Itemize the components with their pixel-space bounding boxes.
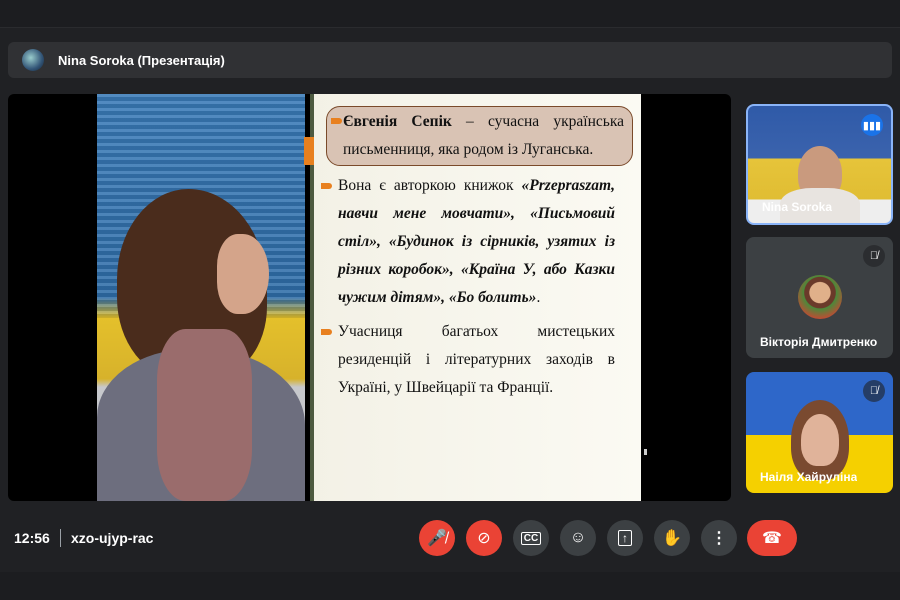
- slide-content: Євгенія Сепік – сучасна українська письм…: [304, 94, 641, 501]
- camera-toggle-button[interactable]: ⊘: [466, 520, 502, 556]
- participant-name: Вікторія Дмитренко: [760, 335, 878, 349]
- participant-name: Наіля Хайруліна: [760, 470, 858, 484]
- meeting-time: 12:56: [14, 530, 50, 546]
- captions-icon: CC: [520, 531, 542, 545]
- mouse-cursor: [644, 449, 647, 455]
- presenter-title: Nina Soroka (Презентація): [58, 52, 225, 68]
- mic-off-icon: 🎙̸: [863, 245, 885, 267]
- meeting-code: xzo-ujyp-rac: [71, 530, 154, 546]
- bottom-strip: [0, 572, 900, 600]
- divider: [60, 529, 61, 547]
- present-button[interactable]: ↑: [607, 520, 643, 556]
- bullet-icon: [321, 183, 332, 189]
- participant-avatar: [798, 275, 842, 319]
- slide-paragraph-books: Вона є авторкою книжок «Przepraszam, нав…: [321, 172, 615, 312]
- slide-paragraph-residencies: Учасниця багатьох мистецьких резиденцій …: [321, 318, 615, 402]
- slide-text: .: [536, 289, 541, 306]
- slide-text: Вона є авторкою книжок: [338, 177, 522, 194]
- reactions-button[interactable]: ☺: [560, 520, 596, 556]
- more-options-button[interactable]: ⋮: [701, 520, 737, 556]
- participant-tile[interactable]: ▮▮▮ Nina Soroka: [746, 104, 893, 225]
- slide-text: Учасниця багатьох мистецьких резиденцій …: [338, 323, 615, 396]
- mic-off-icon: 🎙̸: [863, 380, 885, 402]
- bullet-icon: [331, 118, 342, 124]
- mic-toggle-button[interactable]: 🎤̸: [419, 520, 455, 556]
- leave-call-button[interactable]: ☎: [747, 520, 797, 556]
- presentation-stage: Євгенія Сепік – сучасна українська письм…: [8, 94, 731, 501]
- emoji-icon: ☺: [569, 529, 587, 546]
- participant-tile[interactable]: 🎙̸ Наіля Хайруліна: [746, 372, 893, 493]
- speaking-indicator-icon: ▮▮▮: [861, 114, 883, 136]
- presentation-header: Nina Soroka (Презентація): [8, 42, 892, 78]
- phone-hangup-icon: ☎: [762, 530, 782, 547]
- present-screen-icon: ↑: [618, 530, 632, 546]
- slide-highlight-box: Євгенія Сепік – сучасна українська письм…: [326, 106, 633, 166]
- participant-tile[interactable]: 🎙̸ Вікторія Дмитренко: [746, 237, 893, 358]
- presenter-avatar: [22, 49, 44, 71]
- raise-hand-button[interactable]: ✋: [654, 520, 690, 556]
- participant-name: Nina Soroka: [762, 200, 833, 214]
- camera-off-icon: ⊘: [477, 530, 491, 547]
- book-titles: «Przepraszam, навчи мене мовчати», «Пись…: [338, 177, 615, 306]
- mic-off-icon: 🎤̸: [427, 530, 447, 547]
- top-strip: [0, 0, 900, 28]
- slide-photo: [97, 94, 305, 501]
- hand-icon: ✋: [662, 530, 682, 547]
- more-vert-icon: ⋮: [711, 530, 727, 547]
- control-bar: 12:56 xzo-ujyp-rac 🎤̸ ⊘ CC ☺ ↑ ✋ ⋮ ☎: [0, 510, 900, 566]
- author-name: Євгенія Сепік: [343, 113, 452, 130]
- captions-button[interactable]: CC: [513, 520, 549, 556]
- bullet-icon: [321, 329, 332, 335]
